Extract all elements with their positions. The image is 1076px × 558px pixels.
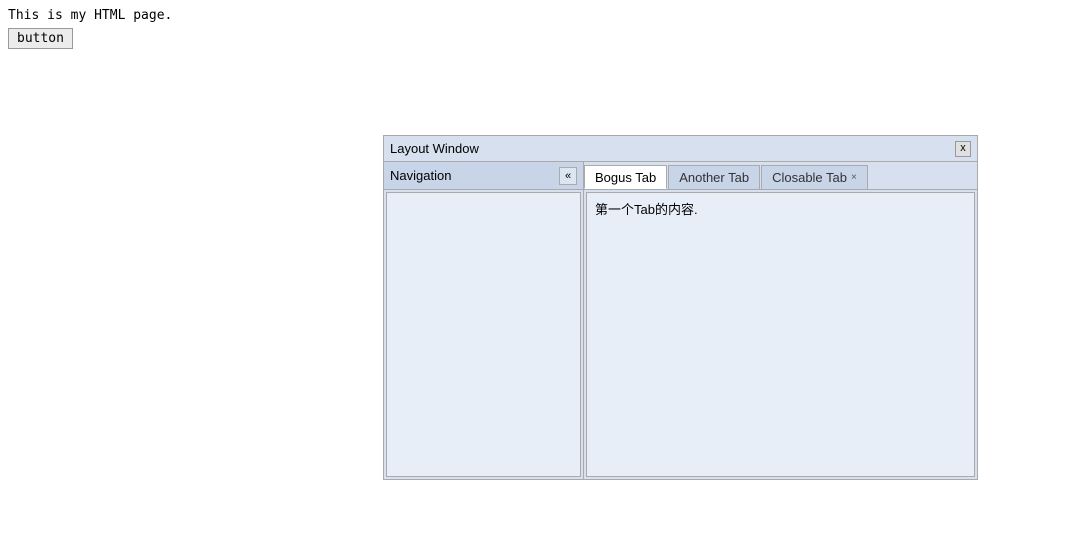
tab-closable[interactable]: Closable Tab × [761, 165, 868, 189]
nav-header: Navigation « [384, 162, 583, 190]
window-close-button[interactable]: x [955, 141, 971, 157]
nav-label: Navigation [390, 168, 451, 183]
page-text: This is my HTML page. [8, 8, 172, 23]
tab-another-label: Another Tab [679, 170, 749, 185]
tab-close-icon[interactable]: × [851, 173, 857, 183]
page-button[interactable]: button [8, 28, 73, 49]
window-title: Layout Window [390, 141, 479, 156]
tab-bogus[interactable]: Bogus Tab [584, 165, 667, 189]
nav-content [386, 192, 581, 477]
window-body: Navigation « Bogus Tab Another Tab Closa… [384, 162, 977, 479]
navigation-panel: Navigation « [384, 162, 584, 479]
tab-another[interactable]: Another Tab [668, 165, 760, 189]
tab-bogus-label: Bogus Tab [595, 170, 656, 185]
tab-closable-label: Closable Tab [772, 170, 847, 185]
tab-bar: Bogus Tab Another Tab Closable Tab × [584, 162, 977, 190]
window-titlebar: Layout Window x [384, 136, 977, 162]
layout-window: Layout Window x Navigation « Bogus Tab A… [383, 135, 978, 480]
tab-content: 第一个Tab的内容. [586, 192, 975, 477]
nav-collapse-button[interactable]: « [559, 167, 577, 185]
tab-panel: Bogus Tab Another Tab Closable Tab × 第一个… [584, 162, 977, 479]
